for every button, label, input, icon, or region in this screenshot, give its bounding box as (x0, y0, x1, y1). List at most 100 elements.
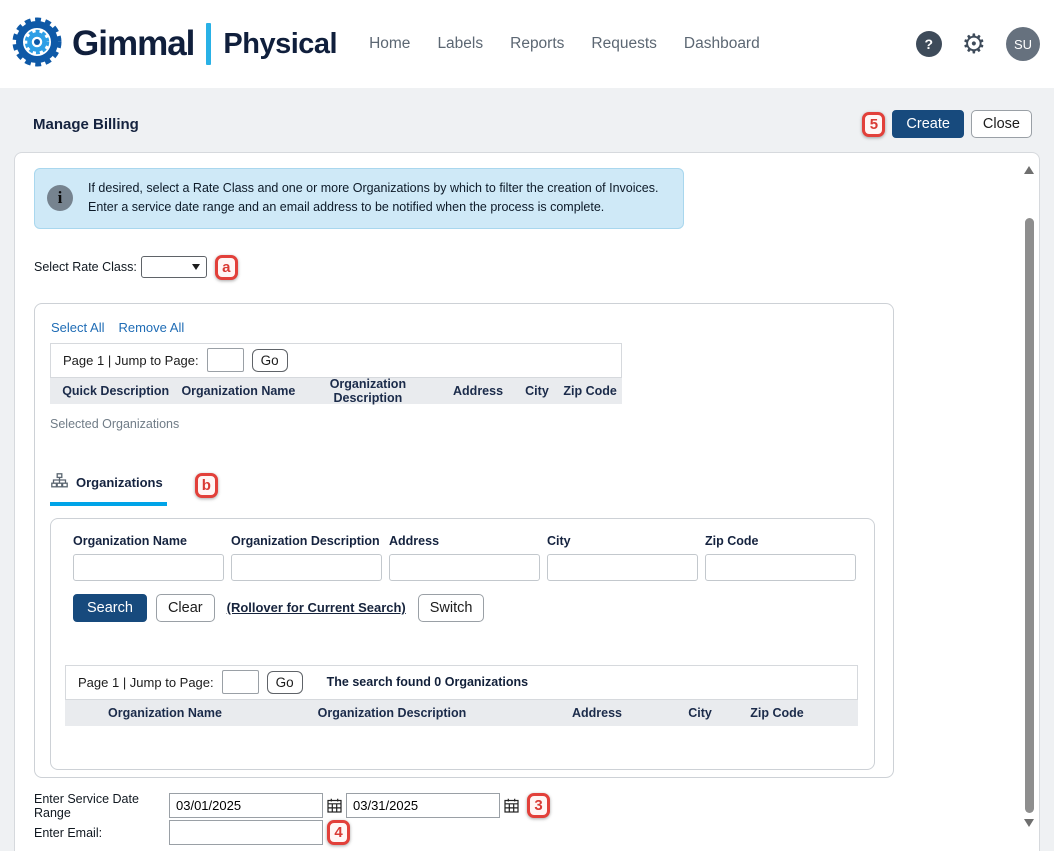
email-row: Enter Email: 4 (34, 820, 999, 846)
remove-all-link[interactable]: Remove All (118, 320, 184, 335)
go-button[interactable]: Go (252, 349, 288, 372)
jump-to-page-input-2[interactable] (222, 670, 259, 694)
search-fields-row: Organization Name Organization Descripti… (65, 534, 858, 581)
column-quick-description: Quick Description (50, 384, 181, 398)
column-address: Address (440, 384, 515, 398)
nav-reports[interactable]: Reports (510, 35, 564, 53)
tab-organizations-label: Organizations (76, 475, 163, 490)
brand-name: Gimmal (72, 24, 194, 64)
switch-button[interactable]: Switch (418, 594, 485, 622)
page-jump-label-2: Page 1 | Jump to Page: (78, 675, 214, 690)
chevron-down-icon (192, 264, 200, 270)
gimmal-gear-logo-icon (10, 15, 64, 74)
scrollbar-down-arrow-icon[interactable] (1024, 819, 1034, 827)
annotation-badge-5: 5 (862, 112, 885, 137)
column-organization-description-2: Organization Description (265, 706, 519, 720)
app-header: Gimmal Physical Home Labels Reports Requ… (0, 0, 1054, 88)
selected-organizations-label: Selected Organizations (50, 417, 879, 431)
organization-search-panel: Organization Name Organization Descripti… (50, 518, 875, 770)
zip-code-label: Zip Code (705, 534, 856, 548)
search-buttons-row: Search Clear (Rollover for Current Searc… (65, 594, 858, 622)
annotation-badge-b: b (195, 473, 218, 498)
nav-home[interactable]: Home (369, 35, 410, 53)
scrollbar-thumb[interactable] (1025, 218, 1034, 813)
annotation-badge-4: 4 (327, 820, 350, 845)
settings-gear-icon[interactable]: ⚙ (962, 31, 986, 58)
email-input[interactable] (169, 820, 323, 845)
annotation-badge-a: a (215, 255, 238, 280)
search-result-count: The search found 0 Organizations (327, 675, 528, 689)
close-button[interactable]: Close (971, 110, 1032, 138)
address-input[interactable] (389, 554, 540, 581)
column-zip-code-2: Zip Code (725, 706, 829, 720)
date-to-input[interactable] (346, 793, 500, 818)
field-city: City (547, 534, 698, 581)
annotation-badge-3: 3 (527, 793, 550, 818)
column-organization-name-2: Organization Name (65, 706, 265, 720)
logo-divider (206, 23, 211, 65)
rate-class-row: Select Rate Class: a (34, 255, 999, 280)
calendar-icon-to[interactable] (504, 798, 519, 813)
gimmal-logo[interactable]: Gimmal Physical (10, 15, 337, 74)
create-button[interactable]: Create (892, 110, 964, 138)
zip-code-input[interactable] (705, 554, 856, 581)
rate-class-select[interactable] (141, 256, 207, 278)
service-date-range-row: Enter Service Date Range 3 (34, 793, 999, 819)
city-input[interactable] (547, 554, 698, 581)
user-avatar[interactable]: SU (1006, 27, 1040, 61)
scrollbar-up-arrow-icon[interactable] (1024, 166, 1034, 174)
nav-labels[interactable]: Labels (437, 35, 483, 53)
rate-class-label: Select Rate Class: (34, 260, 137, 274)
info-icon: i (47, 185, 73, 211)
title-actions: 5 Create Close (862, 110, 1032, 138)
product-name: Physical (223, 28, 337, 61)
selected-orgs-table-header: Quick Description Organization Name Orga… (50, 378, 622, 404)
info-text: If desired, select a Rate Class and one … (88, 179, 667, 218)
address-label: Address (389, 534, 540, 548)
column-address-2: Address (519, 706, 675, 720)
search-results-pagination: Page 1 | Jump to Page: Go The search fou… (65, 665, 858, 700)
clear-button[interactable]: Clear (156, 594, 215, 622)
service-date-range-label: Enter Service Date Range (34, 792, 169, 820)
nav-requests[interactable]: Requests (591, 35, 656, 53)
tab-row: Organizations b (50, 473, 879, 506)
column-city: City (516, 384, 559, 398)
field-address: Address (389, 534, 540, 581)
search-button[interactable]: Search (73, 594, 147, 622)
email-label: Enter Email: (34, 826, 169, 840)
field-organization-description: Organization Description (231, 534, 382, 581)
page-background: Manage Billing 5 Create Close i If desir… (0, 88, 1054, 851)
select-links-row: Select All Remove All (50, 320, 879, 335)
help-icon[interactable]: ? (916, 31, 942, 57)
date-from-input[interactable] (169, 793, 323, 818)
field-organization-name: Organization Name (73, 534, 224, 581)
go-button-2[interactable]: Go (267, 671, 303, 694)
selected-orgs-pagination: Page 1 | Jump to Page: Go (50, 343, 622, 378)
city-label: City (547, 534, 698, 548)
column-city-2: City (675, 706, 725, 720)
organization-description-input[interactable] (231, 554, 382, 581)
select-all-link[interactable]: Select All (51, 320, 104, 335)
info-banner: i If desired, select a Rate Class and on… (34, 168, 684, 229)
page-title: Manage Billing (33, 116, 139, 133)
nav-dashboard[interactable]: Dashboard (684, 35, 760, 53)
column-zip-code: Zip Code (558, 384, 622, 398)
header-actions: ? ⚙ SU (916, 27, 1040, 61)
title-row: Manage Billing 5 Create Close (0, 102, 1054, 146)
page-jump-label: Page 1 | Jump to Page: (63, 353, 199, 368)
sitemap-icon (51, 473, 68, 493)
rollover-current-search-link[interactable]: (Rollover for Current Search) (227, 600, 406, 615)
organization-name-input[interactable] (73, 554, 224, 581)
vertical-scrollbar[interactable] (1022, 158, 1036, 851)
tab-organizations[interactable]: Organizations (50, 473, 167, 506)
calendar-icon-from[interactable] (327, 798, 342, 813)
billing-bottom-form: Enter Service Date Range 3 (34, 793, 999, 846)
column-organization-description: Organization Description (295, 377, 440, 405)
manage-billing-panel: i If desired, select a Rate Class and on… (14, 152, 1040, 851)
field-zip-code: Zip Code (705, 534, 856, 581)
column-organization-name: Organization Name (181, 384, 295, 398)
jump-to-page-input[interactable] (207, 348, 244, 372)
organization-name-label: Organization Name (73, 534, 224, 548)
organization-description-label: Organization Description (231, 534, 382, 548)
main-nav: Home Labels Reports Requests Dashboard (369, 35, 760, 53)
